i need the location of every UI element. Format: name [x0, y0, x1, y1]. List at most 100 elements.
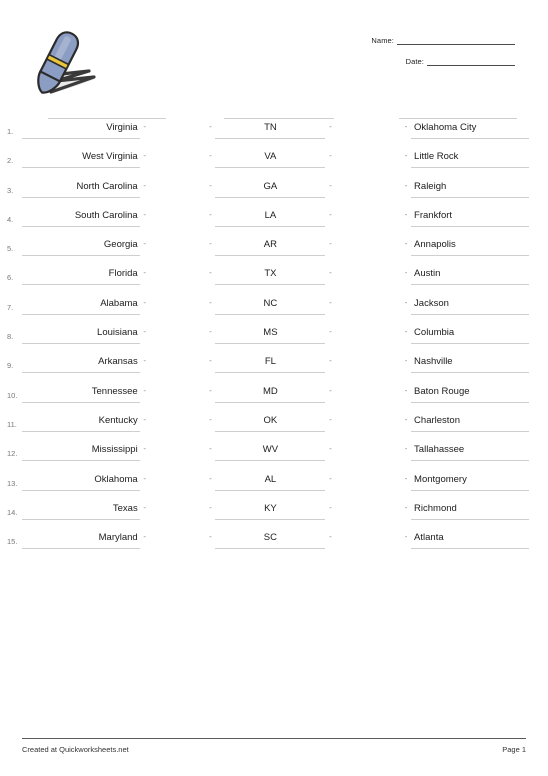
- abbreviation-answer-blank[interactable]: LA: [215, 206, 326, 227]
- abbreviation-answer-blank[interactable]: KY: [215, 499, 326, 520]
- abbreviation-answer-blank[interactable]: AR: [215, 235, 326, 257]
- capital-cell: - Oklahoma City: [401, 118, 548, 139]
- capital-answer-blank[interactable]: Austin: [411, 264, 530, 286]
- row-number: 15.: [7, 537, 18, 547]
- capital-answer-blank[interactable]: Little Rock: [411, 147, 530, 169]
- dash-mid-right: -: [329, 532, 332, 542]
- dash-mid-right: -: [329, 502, 332, 512]
- state-answer-blank[interactable]: Maryland: [21, 528, 140, 550]
- state-answer-blank[interactable]: Alabama: [21, 294, 140, 315]
- dash-right: -: [404, 444, 408, 454]
- state-answer-blank[interactable]: Louisiana: [21, 323, 140, 345]
- dash-right: -: [404, 356, 408, 366]
- row-number: 3.: [7, 185, 14, 195]
- dash-left: -: [143, 122, 147, 131]
- abbreviation-cell: - MS -: [205, 323, 357, 345]
- abbreviation-cell: - WV -: [205, 440, 357, 462]
- footer-page-number: Page 1: [502, 745, 526, 754]
- dash-mid-left: -: [209, 239, 212, 249]
- state-cell: Kentucky -: [21, 411, 162, 432]
- fountain-pen-icon: [27, 30, 107, 108]
- capital-answer-blank[interactable]: Raleigh: [411, 177, 530, 198]
- abbreviation-cell: - OK -: [205, 411, 357, 432]
- dash-right: -: [404, 122, 408, 131]
- state-answer-blank[interactable]: Virginia: [21, 118, 140, 139]
- page-footer: Created at Quickworksheets.net Page 1: [22, 738, 526, 754]
- row-number: 4.: [7, 214, 14, 224]
- capital-answer-blank[interactable]: Annapolis: [411, 235, 530, 257]
- abbreviation-cell: - NC -: [205, 294, 357, 315]
- state-answer-blank[interactable]: Arkansas: [21, 352, 140, 374]
- dash-left: -: [143, 532, 147, 542]
- abbreviation-answer-blank[interactable]: AL: [215, 470, 326, 491]
- dash-mid-right: -: [329, 327, 332, 337]
- abbreviation-cell: - SC -: [205, 528, 357, 550]
- capital-answer-blank[interactable]: Tallahassee: [411, 440, 530, 462]
- state-answer-blank[interactable]: Mississippi: [21, 440, 140, 462]
- table-row: 14. Texas - - KY - - Richmond: [0, 499, 548, 528]
- capital-cell: - Annapolis: [401, 235, 548, 257]
- abbreviation-answer-blank[interactable]: VA: [215, 147, 326, 169]
- table-row: 4. South Carolina - - LA - - Frankfort: [0, 206, 548, 235]
- date-label: Date:: [405, 57, 424, 66]
- state-answer-blank[interactable]: South Carolina: [21, 206, 140, 227]
- state-answer-blank[interactable]: Florida: [21, 264, 140, 286]
- capital-answer-blank[interactable]: Nashville: [411, 352, 530, 374]
- table-row: 13. Oklahoma - - AL - - Montgomery: [0, 470, 548, 499]
- state-answer-blank[interactable]: West Virginia: [21, 147, 140, 169]
- state-answer-blank[interactable]: Oklahoma: [21, 470, 140, 491]
- abbreviation-answer-blank[interactable]: GA: [215, 177, 326, 198]
- state-answer-blank[interactable]: Georgia: [21, 235, 140, 257]
- capital-answer-blank[interactable]: Jackson: [411, 294, 530, 315]
- state-answer-blank[interactable]: Tennessee: [21, 382, 140, 403]
- dash-left: -: [143, 297, 147, 307]
- abbreviation-answer-blank[interactable]: TN: [215, 118, 326, 139]
- state-cell: Virginia -: [21, 118, 162, 139]
- capital-answer-blank[interactable]: Baton Rouge: [411, 382, 530, 403]
- dash-mid-left: -: [209, 414, 212, 424]
- abbreviation-cell: - LA -: [205, 206, 357, 227]
- dash-right: -: [404, 532, 408, 542]
- capital-answer-blank[interactable]: Frankfort: [411, 206, 530, 227]
- dash-right: -: [404, 268, 408, 278]
- capital-cell: - Columbia: [401, 323, 548, 345]
- abbreviation-cell: - AL -: [205, 470, 357, 491]
- state-cell: Oklahoma -: [21, 470, 162, 491]
- state-cell: Mississippi -: [21, 440, 162, 462]
- date-input[interactable]: [427, 57, 515, 66]
- abbreviation-answer-blank[interactable]: MS: [215, 323, 326, 345]
- dash-mid-left: -: [209, 209, 212, 219]
- dash-left: -: [143, 151, 147, 161]
- dash-mid-right: -: [329, 297, 332, 307]
- abbreviation-answer-blank[interactable]: OK: [215, 411, 326, 432]
- dash-mid-right: -: [329, 151, 332, 161]
- capital-cell: - Baton Rouge: [401, 382, 548, 403]
- capital-answer-blank[interactable]: Oklahoma City: [411, 118, 530, 139]
- state-answer-blank[interactable]: Texas: [21, 499, 140, 520]
- dash-right: -: [404, 385, 408, 395]
- dash-left: -: [143, 180, 147, 190]
- name-field-row: Name:: [315, 36, 515, 45]
- capital-answer-blank[interactable]: Montgomery: [411, 470, 530, 491]
- dash-right: -: [404, 297, 408, 307]
- state-answer-blank[interactable]: Kentucky: [21, 411, 140, 432]
- abbreviation-answer-blank[interactable]: SC: [215, 528, 326, 550]
- capital-answer-blank[interactable]: Charleston: [411, 411, 530, 432]
- abbreviation-answer-blank[interactable]: TX: [215, 264, 326, 286]
- state-cell: Alabama -: [21, 294, 162, 315]
- capital-answer-blank[interactable]: Columbia: [411, 323, 530, 345]
- state-answer-blank[interactable]: North Carolina: [21, 177, 140, 198]
- table-row: 5. Georgia - - AR - - Annapolis: [0, 235, 548, 264]
- dash-mid-right: -: [329, 239, 332, 249]
- table-row: 7. Alabama - - NC - - Jackson: [0, 294, 548, 323]
- capital-cell: - Austin: [401, 264, 548, 286]
- abbreviation-answer-blank[interactable]: WV: [215, 440, 326, 462]
- dash-left: -: [143, 356, 147, 366]
- name-input[interactable]: [397, 36, 515, 45]
- capital-answer-blank[interactable]: Richmond: [411, 499, 530, 520]
- abbreviation-answer-blank[interactable]: NC: [215, 294, 326, 315]
- abbreviation-answer-blank[interactable]: MD: [215, 382, 326, 403]
- abbreviation-answer-blank[interactable]: FL: [215, 352, 326, 374]
- capital-answer-blank[interactable]: Atlanta: [411, 528, 530, 550]
- dash-mid-left: -: [209, 444, 212, 454]
